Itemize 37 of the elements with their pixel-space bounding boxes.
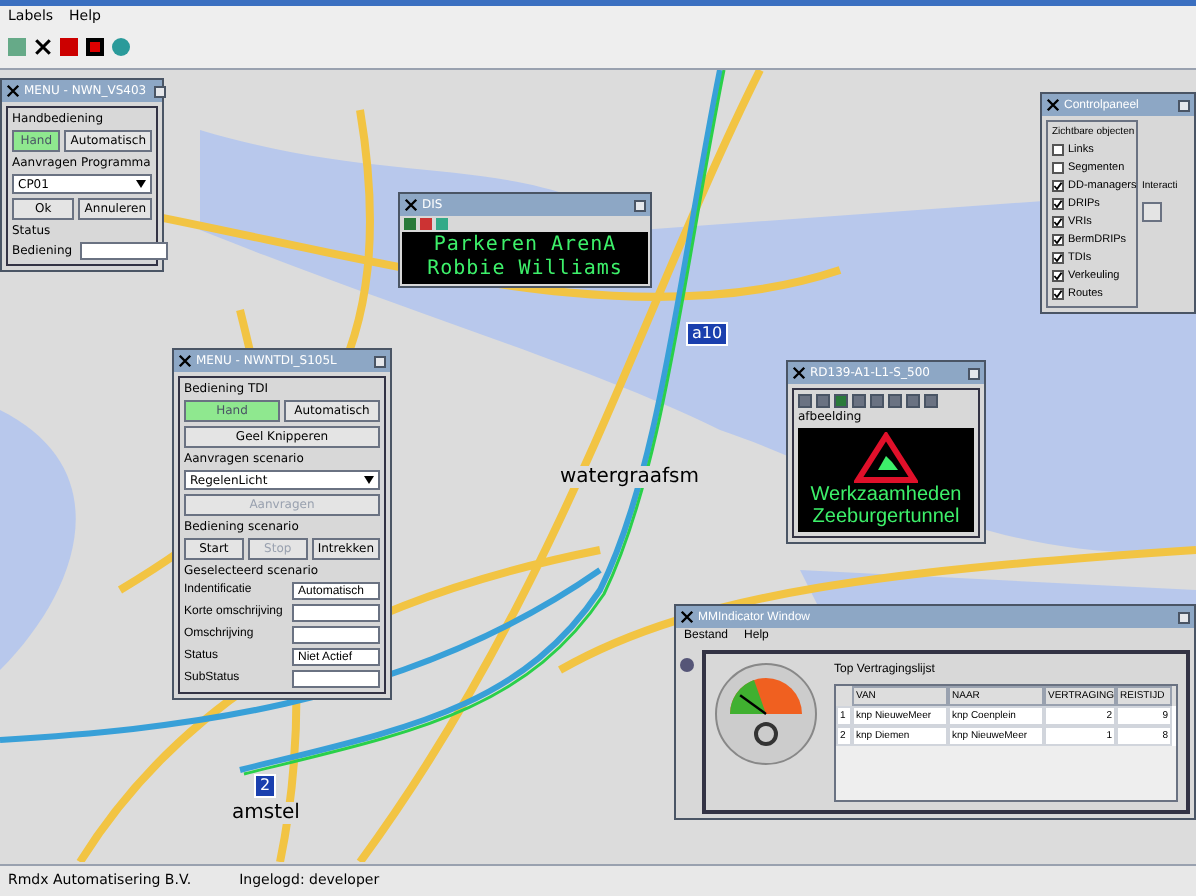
checkbox[interactable]	[1052, 162, 1064, 174]
checkbox[interactable]	[1052, 144, 1064, 156]
checkbox[interactable]	[1052, 180, 1064, 192]
input-field[interactable]	[292, 626, 380, 644]
app-icon[interactable]	[404, 198, 418, 212]
road-shield: a10	[686, 322, 729, 346]
checkbox[interactable]	[1052, 198, 1064, 210]
checkbox[interactable]	[1052, 216, 1064, 228]
place-label: watergraafsm	[560, 466, 700, 488]
window-control-icon[interactable]	[634, 199, 646, 211]
checkbox[interactable]	[1052, 252, 1064, 264]
sign-text: Werkzaamheden	[810, 484, 962, 506]
caret-icon[interactable]	[136, 180, 146, 188]
input-field[interactable]	[292, 670, 380, 688]
app-icon[interactable]	[792, 366, 806, 380]
app-icon[interactable]	[1046, 98, 1060, 112]
window-control-icon[interactable]	[374, 355, 386, 367]
place-label: amstel	[232, 802, 300, 824]
window-control-icon[interactable]	[1178, 99, 1190, 111]
input-field[interactable]	[80, 242, 169, 260]
sign-text: Zeeburgertunnel	[812, 506, 960, 528]
input-field[interactable]	[292, 604, 380, 622]
road-shield: 2	[254, 774, 277, 798]
cross-icon[interactable]	[34, 38, 52, 56]
app-icon[interactable]	[178, 354, 192, 368]
display-text: Robbie Williams	[427, 258, 623, 282]
checkbox[interactable]	[1052, 270, 1064, 282]
window-control-icon[interactable]	[1178, 611, 1190, 623]
app-icon[interactable]	[6, 84, 20, 98]
window-control-icon[interactable]	[968, 367, 980, 379]
app-icon[interactable]	[680, 610, 694, 624]
display-text: Parkeren ArenA	[433, 234, 617, 258]
window-control-icon[interactable]	[154, 85, 167, 97]
checkbox[interactable]	[1052, 288, 1064, 300]
stop-icon[interactable]	[86, 38, 104, 56]
caret-icon[interactable]	[364, 476, 374, 484]
checkbox[interactable]	[1052, 234, 1064, 246]
